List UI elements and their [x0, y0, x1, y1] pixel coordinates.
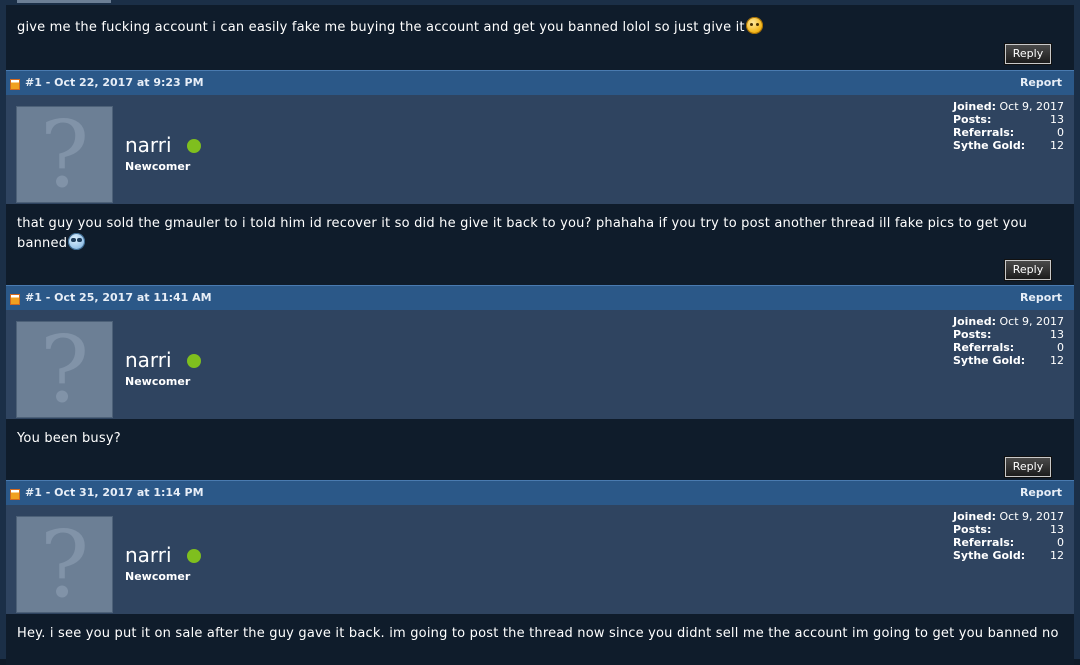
username[interactable]: narri — [125, 133, 172, 157]
post-icon — [10, 294, 20, 305]
report-link[interactable]: Report — [1020, 291, 1062, 304]
joined-label: Joined: — [953, 315, 996, 328]
smile-emoji-icon — [745, 17, 763, 34]
user-info-bar: ? narri Newcomer Joined: Oct 9, 2017 Post… — [6, 95, 1074, 204]
reply-button[interactable]: Reply — [1005, 457, 1051, 477]
avatar[interactable]: ? — [16, 106, 113, 203]
reply-button[interactable]: Reply — [1005, 44, 1051, 64]
posts-value: 13 — [1050, 328, 1064, 341]
user-info-bar: ? narri Newcomer Joined: Oct 9, 2017 Post… — [6, 505, 1074, 614]
user-rank: Newcomer — [125, 375, 191, 388]
post-header: #1 - Oct 31, 2017 at 1:14 PM Report — [6, 480, 1074, 505]
posts-label: Posts: — [953, 113, 992, 126]
gold-label: Sythe Gold: — [953, 354, 1026, 367]
message-body: that guy you sold the gmauler to i told … — [17, 216, 1028, 251]
user-stats: Joined: Oct 9, 2017 Posts: 13 Referrals: 0 … — [953, 315, 1064, 367]
post-icon — [10, 79, 20, 90]
gold-value: 12 — [1050, 354, 1064, 367]
report-link[interactable]: Report — [1020, 486, 1062, 499]
post-message: give me the fucking account i can easily… — [6, 5, 1074, 70]
reply-row: Reply — [17, 42, 1063, 66]
referrals-label: Referrals: — [953, 126, 1015, 139]
post-icon — [10, 489, 20, 500]
joined-value: Oct 9, 2017 — [999, 315, 1064, 328]
reply-button[interactable]: Reply — [1005, 260, 1051, 280]
post-message: Hey. i see you put it on sale after the … — [6, 614, 1074, 665]
right-border — [1074, 0, 1080, 659]
online-status-icon — [187, 549, 201, 563]
user-stats: Joined: Oct 9, 2017 Posts: 13 Referrals: 0 … — [953, 100, 1064, 152]
message-text: give me the fucking account i can easily… — [17, 17, 1063, 37]
online-status-icon — [187, 139, 201, 153]
posts-value: 13 — [1050, 523, 1064, 536]
joined-label: Joined: — [953, 510, 996, 523]
referrals-label: Referrals: — [953, 341, 1015, 354]
username[interactable]: narri — [125, 543, 172, 567]
post-permalink[interactable]: #1 - Oct 25, 2017 at 11:41 AM — [25, 291, 212, 304]
post-permalink[interactable]: #1 - Oct 31, 2017 at 1:14 PM — [25, 486, 204, 499]
joined-value: Oct 9, 2017 — [999, 100, 1064, 113]
joined-label: Joined: — [953, 100, 996, 113]
user-info-bar: ? narri Newcomer Joined: Oct 9, 2017 Post… — [6, 310, 1074, 419]
message-body: give me the fucking account i can easily… — [17, 20, 745, 35]
gold-value: 12 — [1050, 139, 1064, 152]
referrals-label: Referrals: — [953, 536, 1015, 549]
message-text: that guy you sold the gmauler to i told … — [17, 215, 1063, 253]
placeholder-question-icon: ? — [39, 321, 90, 418]
posts-value: 13 — [1050, 113, 1064, 126]
post-message: You been busy? Reply — [6, 419, 1074, 480]
nerd-emoji-icon — [68, 233, 86, 250]
message-text: Hey. i see you put it on sale after the … — [17, 626, 1059, 641]
avatar-stub — [17, 0, 111, 3]
post-permalink[interactable]: #1 - Oct 22, 2017 at 9:23 PM — [25, 76, 204, 89]
post-header: #1 - Oct 25, 2017 at 11:41 AM Report — [6, 285, 1074, 310]
user-stats: Joined: Oct 9, 2017 Posts: 13 Referrals: 0 … — [953, 510, 1064, 562]
user-rank: Newcomer — [125, 570, 191, 583]
thread-posts: give me the fucking account i can easily… — [6, 0, 1074, 665]
report-link[interactable]: Report — [1020, 76, 1062, 89]
avatar[interactable]: ? — [16, 321, 113, 418]
reply-row: Reply — [17, 455, 1063, 479]
post-header: #1 - Oct 22, 2017 at 9:23 PM Report — [6, 70, 1074, 95]
post-message: that guy you sold the gmauler to i told … — [6, 204, 1074, 285]
user-rank: Newcomer — [125, 160, 191, 173]
referrals-value: 0 — [1057, 126, 1064, 139]
posts-label: Posts: — [953, 328, 992, 341]
placeholder-question-icon: ? — [39, 106, 90, 203]
joined-value: Oct 9, 2017 — [999, 510, 1064, 523]
avatar[interactable]: ? — [16, 516, 113, 613]
gold-value: 12 — [1050, 549, 1064, 562]
gold-label: Sythe Gold: — [953, 139, 1026, 152]
gold-label: Sythe Gold: — [953, 549, 1026, 562]
placeholder-question-icon: ? — [39, 516, 90, 613]
posts-label: Posts: — [953, 523, 992, 536]
username[interactable]: narri — [125, 348, 172, 372]
message-text: You been busy? — [17, 431, 121, 446]
reply-row: Reply — [17, 258, 1063, 282]
online-status-icon — [187, 354, 201, 368]
referrals-value: 0 — [1057, 536, 1064, 549]
referrals-value: 0 — [1057, 341, 1064, 354]
